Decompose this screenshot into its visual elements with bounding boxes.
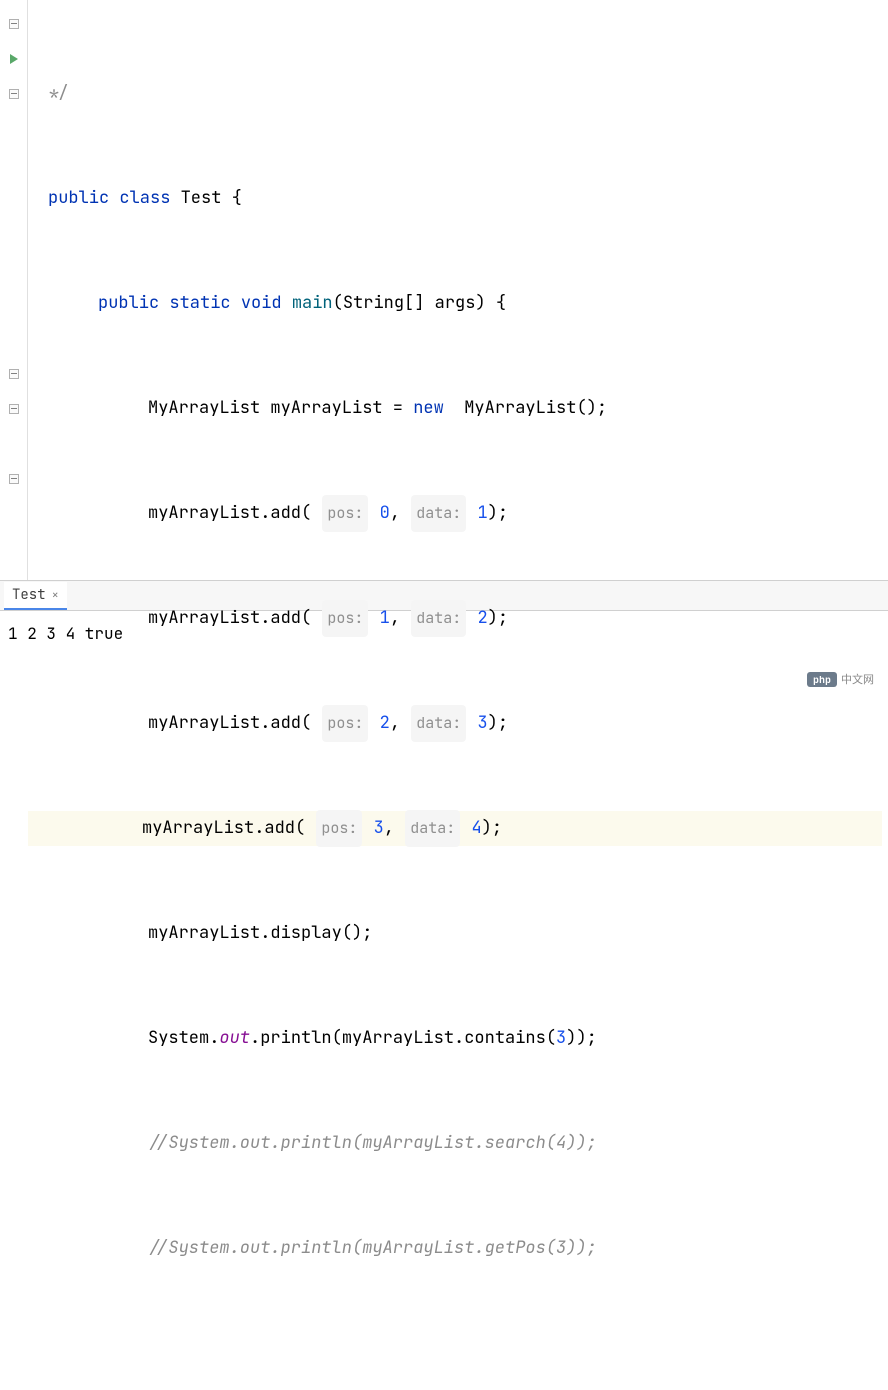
param-hint-pos: pos: — [316, 810, 362, 847]
fold-icon[interactable] — [0, 76, 27, 111]
method-display: display — [270, 916, 341, 951]
fold-icon[interactable] — [0, 356, 27, 391]
number-literal: 3 — [374, 811, 384, 846]
number-literal: 3 — [556, 1021, 566, 1056]
number-literal: 4 — [471, 811, 481, 846]
number-literal: 2 — [477, 601, 487, 636]
keyword-public: public — [48, 181, 109, 216]
var-ref: myArrayList — [148, 916, 260, 951]
var-ref: myArrayList — [148, 601, 260, 636]
code-editor[interactable]: */ public class Test { public static voi… — [0, 0, 888, 580]
number-literal: 2 — [380, 706, 390, 741]
param-name: args — [435, 286, 476, 321]
system-class: System — [148, 1021, 209, 1056]
class-name: Test — [181, 181, 222, 216]
param-hint-data: data: — [405, 810, 460, 847]
param-hint-data: data: — [411, 705, 466, 742]
method-contains: contains — [464, 1021, 546, 1056]
number-literal: 1 — [380, 601, 390, 636]
commented-code: //System.out.println(myArrayList.getPos(… — [148, 1231, 597, 1266]
close-icon[interactable]: × — [52, 587, 59, 603]
param-hint-data: data: — [411, 600, 466, 637]
watermark-text: 中文网 — [841, 671, 874, 687]
method-add: add — [270, 706, 301, 741]
var-type: MyArrayList — [148, 391, 260, 426]
code-content[interactable]: */ public class Test { public static voi… — [28, 0, 888, 580]
method-add: add — [264, 811, 295, 846]
commented-code: //System.out.println(myArrayList.search(… — [148, 1126, 597, 1161]
tab-label: Test — [12, 586, 46, 604]
fold-icon[interactable] — [0, 461, 27, 496]
param-type: String[] — [343, 286, 425, 321]
comment-end: */ — [48, 76, 68, 111]
param-hint-pos: pos: — [322, 495, 368, 532]
watermark-badge: php — [807, 672, 837, 687]
fold-icon[interactable] — [0, 391, 27, 426]
var-name: myArrayList — [270, 391, 382, 426]
watermark: php 中文网 — [801, 669, 880, 689]
out-field: out — [219, 1021, 250, 1056]
editor-gutter — [0, 0, 28, 580]
param-hint-data: data: — [411, 495, 466, 532]
fold-icon-end[interactable] — [0, 6, 27, 41]
number-literal: 1 — [477, 496, 487, 531]
number-literal: 3 — [477, 706, 487, 741]
var-ref: myArrayList — [142, 811, 254, 846]
param-hint-pos: pos: — [322, 600, 368, 637]
tab-test[interactable]: Test × — [4, 582, 67, 610]
constructor-call: MyArrayList — [464, 391, 576, 426]
var-ref: myArrayList — [148, 706, 260, 741]
param-hint-pos: pos: — [322, 705, 368, 742]
keyword-class: class — [119, 181, 170, 216]
method-add: add — [270, 601, 301, 636]
println-method: println — [260, 1021, 331, 1056]
keyword-static: static — [169, 286, 230, 321]
method-add: add — [270, 496, 301, 531]
keyword-void: void — [241, 286, 282, 321]
run-gutter-icon[interactable] — [0, 41, 27, 76]
number-literal: 0 — [380, 496, 390, 531]
var-ref: myArrayList — [148, 496, 260, 531]
keyword-public: public — [98, 286, 159, 321]
var-ref: myArrayList — [342, 1021, 454, 1056]
method-main: main — [292, 286, 333, 321]
keyword-new: new — [413, 391, 444, 426]
